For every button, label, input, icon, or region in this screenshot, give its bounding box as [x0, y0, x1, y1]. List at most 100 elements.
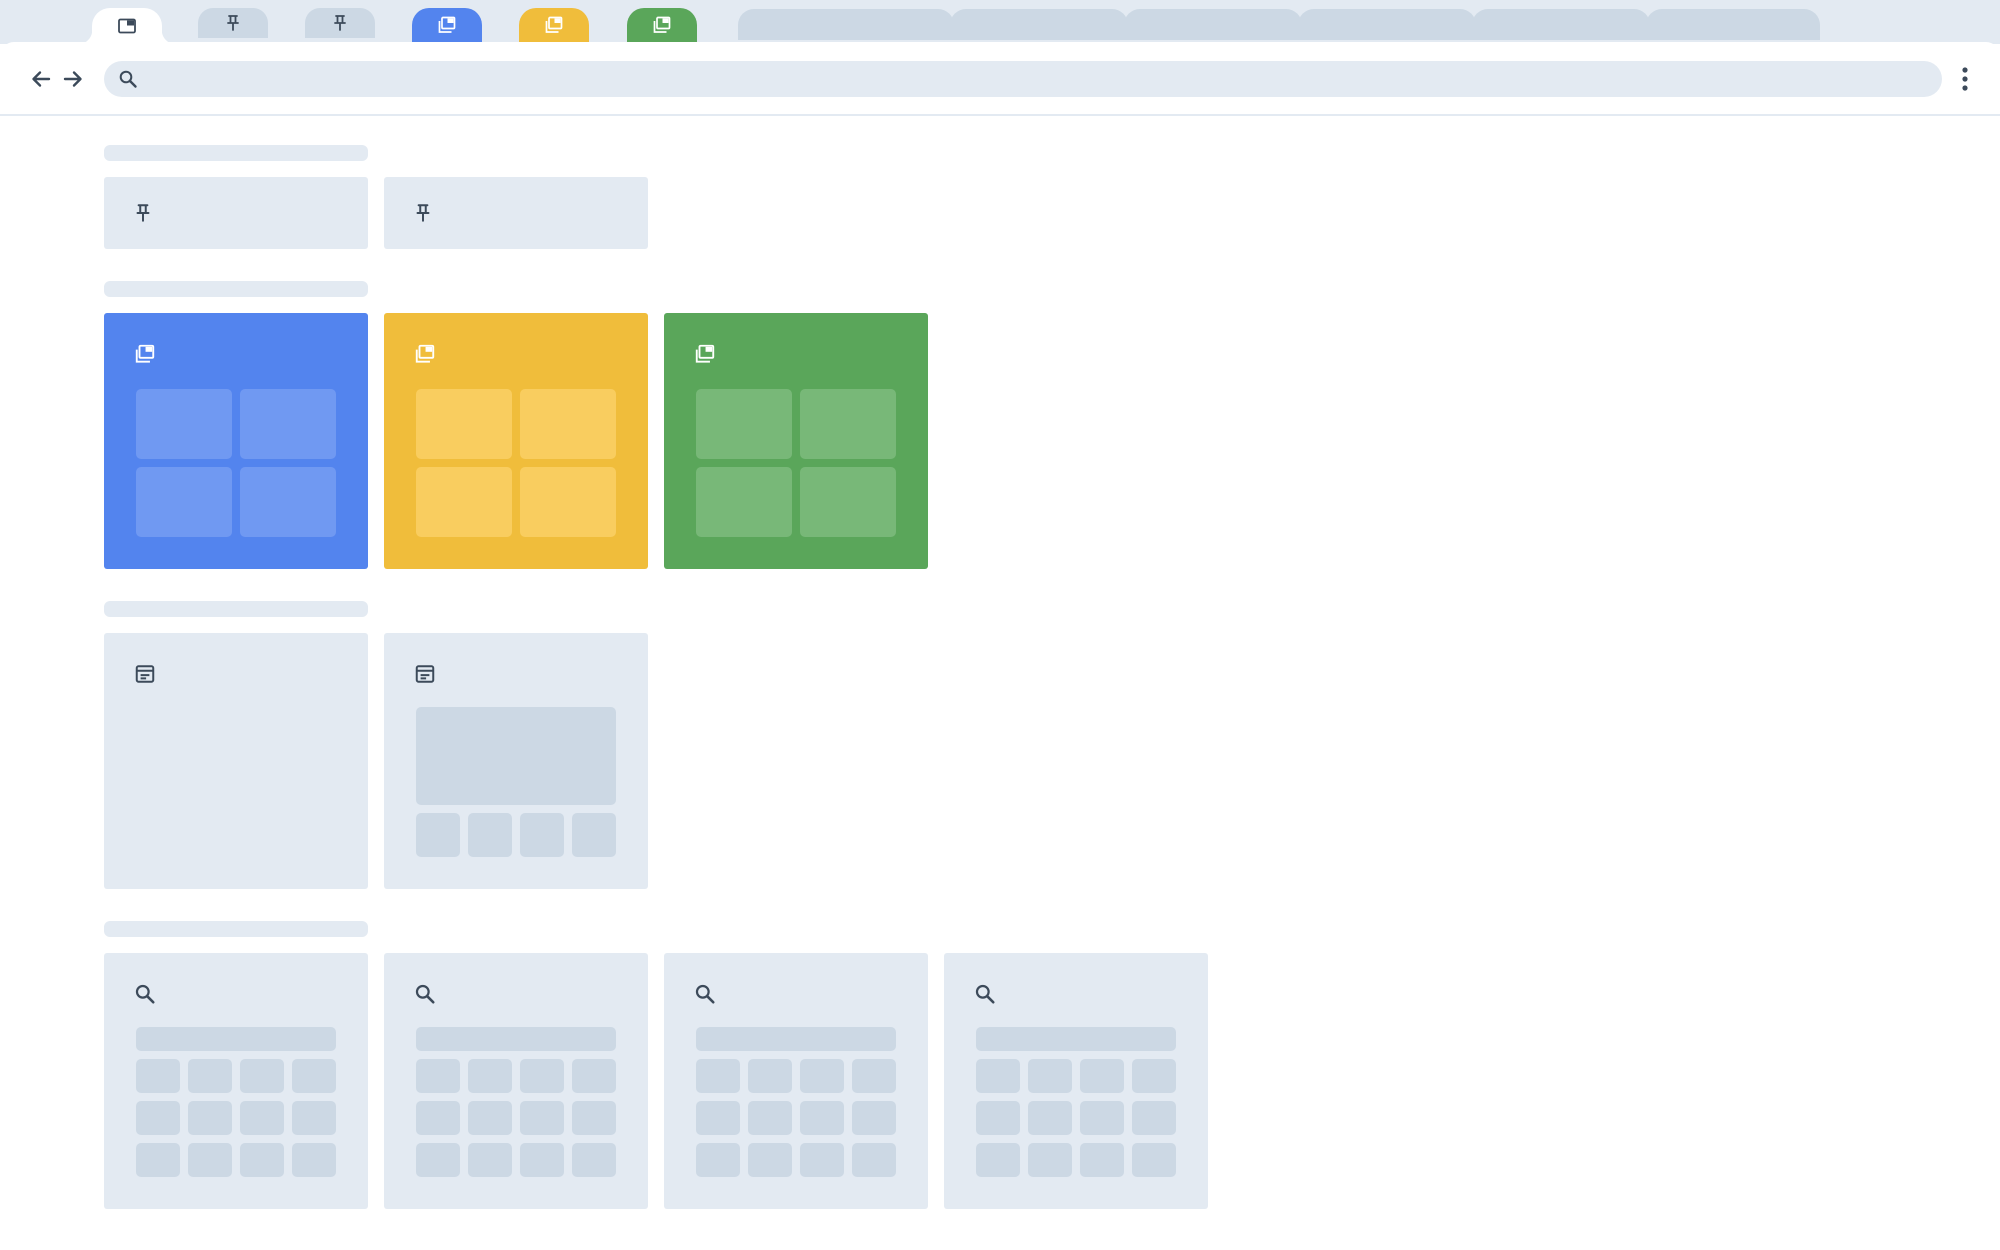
web-page-icon	[415, 665, 435, 683]
search-result	[292, 1101, 336, 1135]
search-result	[852, 1059, 896, 1093]
search-result	[1080, 1059, 1124, 1093]
search-card[interactable]	[104, 953, 368, 1209]
search-result	[136, 1143, 180, 1177]
tab-group-card-green[interactable]	[664, 313, 928, 569]
tab-placeholder[interactable]	[1472, 9, 1650, 40]
tab-group-icon	[653, 16, 671, 33]
tab-group-icon	[135, 344, 155, 363]
section-heading-pages	[104, 601, 368, 617]
section-heading-groups	[104, 281, 368, 297]
search-result	[748, 1143, 792, 1177]
web-page-icon	[135, 665, 155, 683]
search-result	[1132, 1059, 1176, 1093]
search-result	[136, 1059, 180, 1093]
tab-group-card-blue[interactable]	[104, 313, 368, 569]
section-heading-searches	[104, 921, 368, 937]
page-preview-item	[416, 813, 460, 857]
tab-group-blue[interactable]	[412, 8, 482, 42]
search-query-bar	[416, 1027, 616, 1051]
pin-icon	[227, 15, 239, 31]
tab-placeholder[interactable]	[1646, 9, 1820, 40]
search-query-bar	[976, 1027, 1176, 1051]
search-card[interactable]	[664, 953, 928, 1209]
tab-pinned-2[interactable]	[305, 8, 375, 38]
tab-group-icon	[438, 16, 456, 33]
tab-group-yellow[interactable]	[519, 8, 589, 42]
search-result	[1080, 1143, 1124, 1177]
search-card[interactable]	[944, 953, 1208, 1209]
tab-group-icon	[415, 344, 435, 363]
search-result	[292, 1059, 336, 1093]
search-result	[292, 1143, 336, 1177]
search-result	[1132, 1101, 1176, 1135]
pinned-card[interactable]	[104, 177, 368, 249]
search-result	[1132, 1143, 1176, 1177]
search-result	[852, 1143, 896, 1177]
arrow-right-icon	[63, 71, 82, 87]
search-result	[520, 1101, 564, 1135]
toolbar	[0, 42, 2000, 116]
search-result	[800, 1059, 844, 1093]
search-result	[1028, 1101, 1072, 1135]
search-result	[572, 1059, 616, 1093]
search-result	[188, 1143, 232, 1177]
page-preview	[416, 707, 616, 805]
tab-thumbnail	[800, 389, 896, 459]
search-result	[1028, 1059, 1072, 1093]
search-query-bar	[136, 1027, 336, 1051]
page-preview-item	[468, 813, 512, 857]
search-result	[240, 1143, 284, 1177]
tab-strip	[0, 0, 2000, 44]
tab-thumbnail	[520, 467, 616, 537]
tab-pinned-1[interactable]	[198, 8, 268, 38]
tab-active[interactable]	[78, 8, 176, 44]
tab-group-green[interactable]	[627, 8, 697, 42]
more-menu-button[interactable]	[1952, 62, 1978, 96]
page-card[interactable]	[104, 633, 368, 889]
tab-thumbnail	[240, 467, 336, 537]
search-result	[240, 1059, 284, 1093]
search-result	[188, 1101, 232, 1135]
search-icon	[695, 984, 715, 1004]
search-result	[696, 1059, 740, 1093]
search-result	[748, 1101, 792, 1135]
search-result	[188, 1059, 232, 1093]
tab-group-icon	[545, 16, 563, 33]
tab-group-card-yellow[interactable]	[384, 313, 648, 569]
search-query-bar	[696, 1027, 896, 1051]
section-heading-pinned	[104, 145, 368, 161]
search-result	[800, 1101, 844, 1135]
search-result	[572, 1101, 616, 1135]
tab-thumbnail	[240, 389, 336, 459]
search-card[interactable]	[384, 953, 648, 1209]
pin-icon	[334, 15, 346, 31]
pin-icon	[136, 204, 150, 222]
tab-thumbnail	[136, 389, 232, 459]
search-result	[748, 1059, 792, 1093]
tab-placeholder[interactable]	[1298, 9, 1476, 40]
pinned-card[interactable]	[384, 177, 648, 249]
search-result	[976, 1143, 1020, 1177]
tab-group-icon	[695, 344, 715, 363]
search-icon	[135, 984, 155, 1004]
pin-icon	[416, 204, 430, 222]
search-result	[468, 1143, 512, 1177]
tab-placeholder[interactable]	[950, 9, 1128, 40]
page-card[interactable]	[384, 633, 648, 889]
forward-button[interactable]	[58, 62, 88, 96]
tab-placeholder[interactable]	[738, 9, 954, 40]
tab-thumbnail	[136, 467, 232, 537]
search-result	[136, 1101, 180, 1135]
address-input[interactable]	[148, 61, 1928, 97]
search-result	[696, 1143, 740, 1177]
search-icon	[415, 984, 435, 1004]
back-button[interactable]	[26, 62, 56, 96]
search-result	[240, 1101, 284, 1135]
tab-thumbnail	[416, 389, 512, 459]
tab-placeholder[interactable]	[1124, 9, 1302, 40]
address-bar[interactable]	[104, 61, 1942, 97]
search-result	[520, 1059, 564, 1093]
search-result	[416, 1101, 460, 1135]
page-preview-item	[520, 813, 564, 857]
